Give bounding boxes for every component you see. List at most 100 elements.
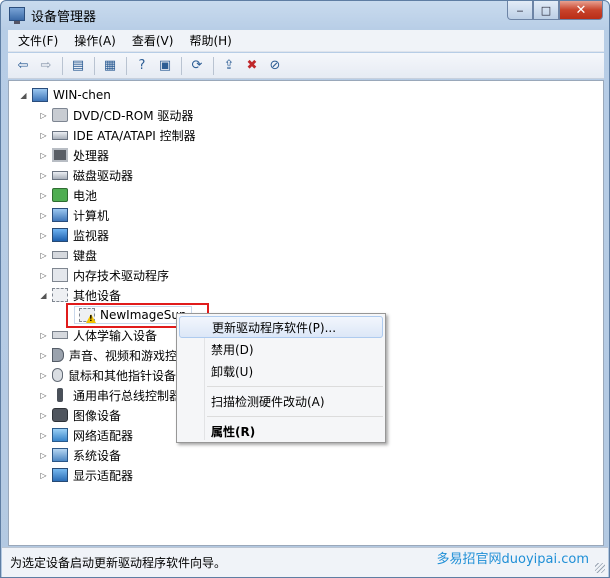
close-button[interactable]: ✕ bbox=[559, 1, 603, 20]
update-driver-icon[interactable]: ⇪ bbox=[218, 56, 240, 76]
expand-icon[interactable]: ▷ bbox=[39, 331, 48, 340]
menu-action[interactable]: 操作(A) bbox=[74, 32, 116, 49]
caption-buttons: ‒ □ ✕ bbox=[507, 1, 603, 20]
expand-icon[interactable]: ▷ bbox=[39, 351, 48, 360]
unknown-icon bbox=[52, 288, 68, 302]
tree-root[interactable]: ◢ WIN-chen bbox=[19, 86, 111, 104]
resize-grip[interactable] bbox=[595, 563, 605, 573]
disc-icon bbox=[52, 108, 68, 122]
tree-category-label: 通用串行总线控制器 bbox=[73, 388, 182, 403]
tree-category[interactable]: ▷ 网络适配器 bbox=[39, 426, 133, 444]
memory-icon bbox=[52, 268, 68, 282]
tree-category[interactable]: ▷ 键盘 bbox=[39, 246, 97, 264]
expand-icon[interactable]: ▷ bbox=[39, 191, 48, 200]
expand-icon[interactable]: ▷ bbox=[39, 151, 48, 160]
expand-icon[interactable]: ▷ bbox=[39, 431, 48, 440]
disable-icon[interactable]: ⊘ bbox=[264, 56, 286, 76]
collapse-icon[interactable]: ◢ bbox=[39, 291, 48, 300]
device-manager-icon bbox=[9, 7, 25, 24]
menu-scan-hardware[interactable]: 扫描检测硬件改动(A) bbox=[179, 390, 383, 412]
menu-disable[interactable]: 禁用(D) bbox=[179, 338, 383, 360]
tree-category[interactable]: ▷ 通用串行总线控制器 bbox=[39, 386, 181, 404]
tree-item-newimagesup[interactable]: NewImageSup bbox=[74, 306, 192, 324]
tree-category[interactable]: ▷ 内存技术驱动程序 bbox=[39, 266, 169, 284]
title-bar[interactable]: 设备管理器 ‒ □ ✕ bbox=[1, 1, 609, 29]
view-icon[interactable]: ▣ bbox=[154, 56, 176, 76]
expand-icon[interactable]: ▷ bbox=[39, 271, 48, 280]
network-icon bbox=[52, 428, 68, 442]
watermark-text: 多易招官网duoyipai.com bbox=[436, 551, 589, 567]
tree-category[interactable]: ▷ 声音、视频和游戏控 bbox=[39, 346, 177, 364]
tree-category[interactable]: ▷ 处理器 bbox=[39, 146, 109, 164]
expand-icon[interactable]: ▷ bbox=[39, 231, 48, 240]
toolbar-separator bbox=[62, 56, 63, 75]
properties-icon[interactable]: ▦ bbox=[99, 56, 121, 76]
tree-category[interactable]: ▷ 人体学输入设备 bbox=[39, 326, 157, 344]
keyboard-icon bbox=[52, 331, 68, 339]
expand-icon[interactable]: ▷ bbox=[39, 411, 48, 420]
uninstall-icon[interactable]: ✖ bbox=[241, 56, 263, 76]
toolbar-separator bbox=[181, 56, 182, 75]
expand-icon[interactable]: ▷ bbox=[39, 111, 48, 120]
window-title: 设备管理器 bbox=[31, 10, 97, 25]
expand-icon[interactable]: ▷ bbox=[39, 451, 48, 460]
camera-icon bbox=[52, 408, 68, 422]
menu-separator bbox=[207, 386, 383, 387]
battery-icon bbox=[52, 188, 68, 202]
tree-category-label: 内存技术驱动程序 bbox=[73, 268, 170, 283]
tree-category[interactable]: ▷ 图像设备 bbox=[39, 406, 121, 424]
help-icon[interactable]: ? bbox=[131, 56, 153, 76]
tree-category-label: 电池 bbox=[73, 188, 98, 203]
minimize-button[interactable]: ‒ bbox=[507, 1, 533, 20]
menu-properties[interactable]: 属性(R) bbox=[179, 420, 383, 442]
menu-file[interactable]: 文件(F) bbox=[18, 32, 58, 49]
tree-category-label: 人体学输入设备 bbox=[73, 328, 158, 343]
expand-icon[interactable]: ▷ bbox=[39, 391, 48, 400]
menu-update-driver[interactable]: 更新驱动程序软件(P)... bbox=[179, 316, 383, 338]
menu-bar: 文件(F) 操作(A) 查看(V) 帮助(H) bbox=[8, 30, 604, 52]
forward-arrow-icon[interactable]: ⇨ bbox=[35, 56, 57, 76]
context-menu: 更新驱动程序软件(P)... 禁用(D) 卸载(U) 扫描检测硬件改动(A) 属… bbox=[176, 313, 386, 443]
menu-uninstall[interactable]: 卸载(U) bbox=[179, 360, 383, 382]
expand-icon[interactable]: ▷ bbox=[39, 471, 48, 480]
expand-icon[interactable]: ▷ bbox=[39, 371, 48, 380]
tree-root-label: WIN-chen bbox=[53, 88, 111, 102]
tree-category[interactable]: ▷ 鼠标和其他指针设备 bbox=[39, 366, 176, 384]
maximize-button[interactable]: □ bbox=[533, 1, 559, 20]
tree-category[interactable]: ▷ 系统设备 bbox=[39, 446, 121, 464]
toolbar: ⇦ ⇨ ▤ ▦ ? ▣ ⟳ ⇪ ✖ ⊘ bbox=[8, 53, 604, 79]
menu-help[interactable]: 帮助(H) bbox=[189, 32, 231, 49]
collapse-icon[interactable]: ◢ bbox=[19, 91, 28, 100]
tree-category-label: 计算机 bbox=[73, 208, 110, 223]
expand-icon[interactable]: ▷ bbox=[39, 171, 48, 180]
scan-hardware-icon[interactable]: ⟳ bbox=[186, 56, 208, 76]
expand-icon[interactable]: ▷ bbox=[39, 211, 48, 220]
tree-category[interactable]: ▷ 电池 bbox=[39, 186, 97, 204]
expand-icon[interactable]: ▷ bbox=[39, 131, 48, 140]
tree-category-label: IDE ATA/ATAPI 控制器 bbox=[73, 128, 196, 143]
back-arrow-icon[interactable]: ⇦ bbox=[12, 56, 34, 76]
tree-category-label: 系统设备 bbox=[73, 448, 122, 463]
tree-category[interactable]: ▷ 计算机 bbox=[39, 206, 109, 224]
tree-category[interactable]: ◢ 其他设备 bbox=[39, 286, 121, 304]
tree-category[interactable]: ▷ 磁盘驱动器 bbox=[39, 166, 133, 184]
tree-category-label: 键盘 bbox=[73, 248, 98, 263]
monitor-icon bbox=[52, 228, 68, 242]
minimize-icon: ‒ bbox=[516, 3, 524, 17]
tree-category[interactable]: ▷ 显示适配器 bbox=[39, 466, 133, 484]
show-hide-tree-icon[interactable]: ▤ bbox=[67, 56, 89, 76]
expand-icon[interactable]: ▷ bbox=[39, 251, 48, 260]
keyboard-icon bbox=[52, 251, 68, 259]
tree-category[interactable]: ▷ IDE ATA/ATAPI 控制器 bbox=[39, 126, 196, 144]
usb-icon bbox=[57, 388, 63, 402]
tree-category[interactable]: ▷ DVD/CD-ROM 驱动器 bbox=[39, 106, 193, 124]
close-icon: ✕ bbox=[575, 2, 587, 18]
menu-view[interactable]: 查看(V) bbox=[132, 32, 174, 49]
chip-icon bbox=[52, 148, 68, 162]
tree-category[interactable]: ▷ 监视器 bbox=[39, 226, 109, 244]
computer-icon bbox=[32, 88, 48, 102]
mouse-icon bbox=[52, 368, 63, 382]
tree-category-label: 磁盘驱动器 bbox=[73, 168, 134, 183]
tree-category-label: 图像设备 bbox=[73, 408, 122, 423]
toolbar-separator bbox=[126, 56, 127, 75]
